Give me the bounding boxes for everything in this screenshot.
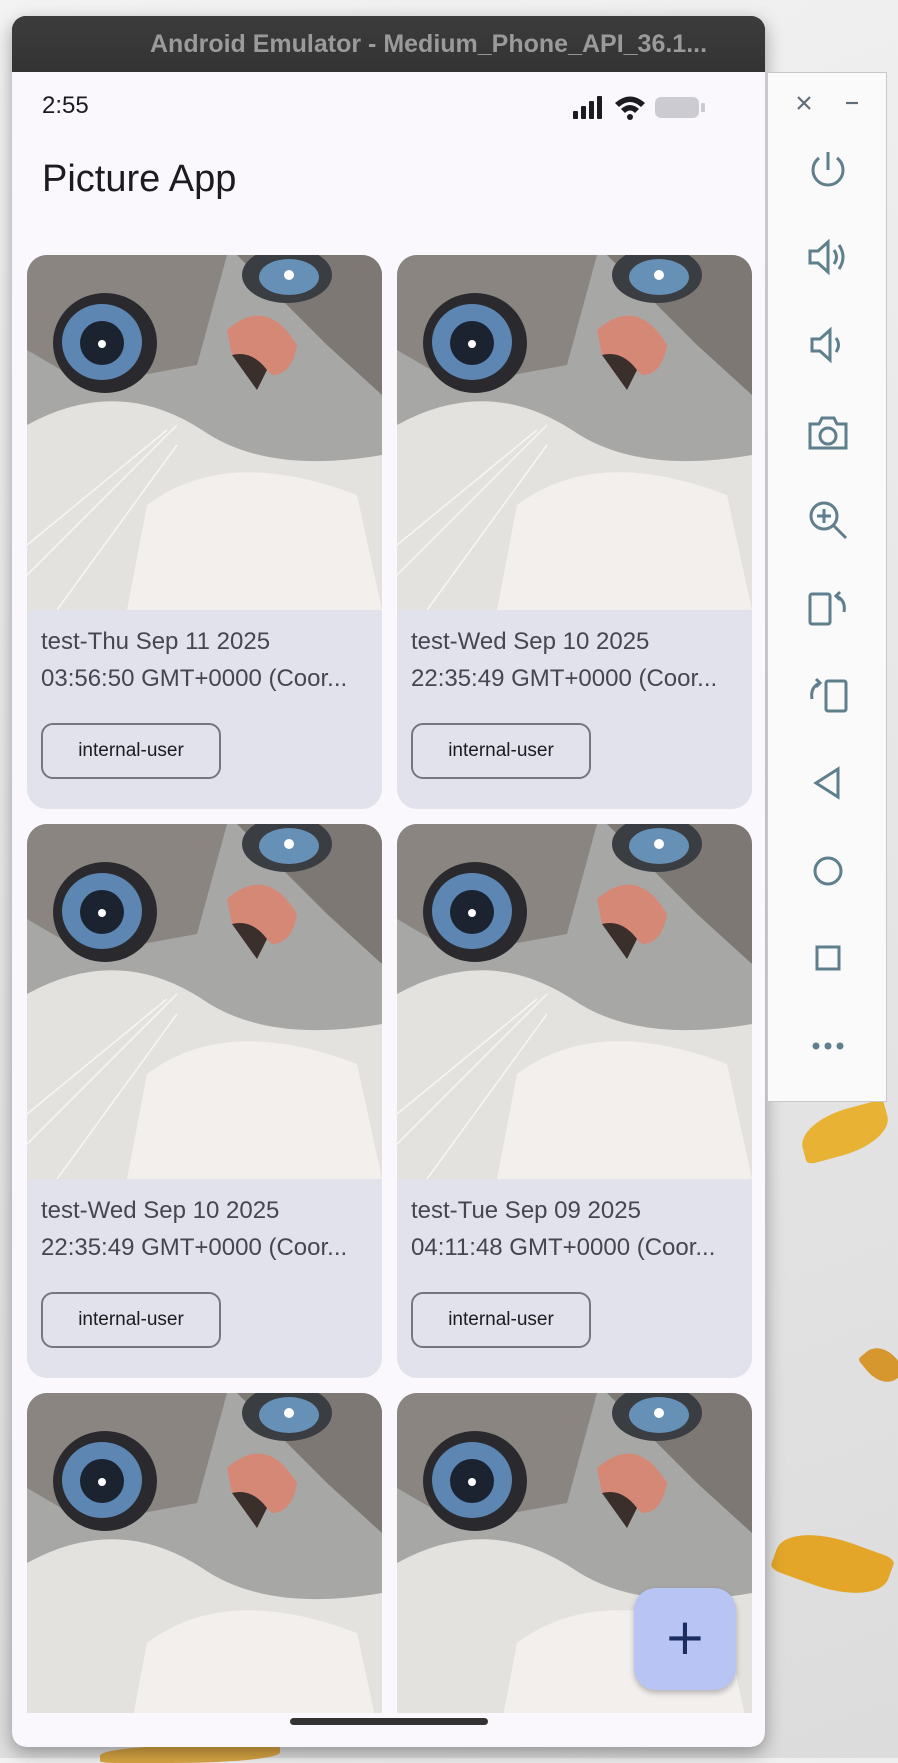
power-icon[interactable]	[804, 146, 852, 194]
picture-caption: test-Thu Sep 11 2025 03:56:50 GMT+0000 (…	[41, 623, 371, 697]
battery-icon	[655, 97, 705, 118]
background-leaf	[100, 1745, 280, 1763]
more-icon[interactable]	[804, 1022, 852, 1070]
minimize-icon[interactable]	[838, 89, 866, 117]
gesture-home-bar[interactable]	[290, 1718, 488, 1725]
cat-photo	[27, 1393, 382, 1713]
add-picture-button[interactable]: +	[634, 1588, 736, 1690]
emulator-window: Android Emulator - Medium_Phone_API_36.1…	[12, 16, 765, 1747]
picture-caption: test-Wed Sep 10 2025 22:35:49 GMT+0000 (…	[41, 1192, 371, 1266]
user-chip[interactable]: internal-user	[41, 1292, 221, 1348]
rotate-right-icon[interactable]	[804, 671, 852, 719]
rotate-left-icon[interactable]	[804, 584, 852, 632]
status-icons	[573, 94, 713, 122]
caption-line-2: 04:11:48 GMT+0000 (Coor...	[411, 1234, 716, 1261]
volume-up-icon[interactable]	[804, 233, 852, 281]
user-chip[interactable]: internal-user	[411, 723, 591, 779]
picture-caption: test-Wed Sep 10 2025 22:35:49 GMT+0000 (…	[411, 623, 741, 697]
caption-line-1: test-Thu Sep 11 2025	[41, 628, 271, 655]
close-icon[interactable]	[790, 89, 818, 117]
volume-down-icon[interactable]	[804, 321, 852, 369]
user-chip[interactable]: internal-user	[41, 723, 221, 779]
status-clock: 2:55	[42, 92, 89, 119]
caption-line-1: test-Wed Sep 10 2025	[411, 628, 650, 655]
background-leaf	[769, 1519, 896, 1609]
caption-line-2: 03:56:50 GMT+0000 (Coor...	[41, 665, 348, 692]
window-title: Android Emulator - Medium_Phone_API_36.1…	[150, 30, 708, 58]
picture-card[interactable]: test-Tue Sep 09 2025 04:11:48 GMT+0000 (…	[397, 824, 752, 1378]
status-bar: 2:55	[12, 72, 765, 136]
app-title: Picture App	[42, 158, 237, 200]
overview-icon[interactable]	[804, 934, 852, 982]
emulator-toolbar	[767, 72, 887, 1102]
user-chip[interactable]: internal-user	[411, 1292, 591, 1348]
caption-line-2: 22:35:49 GMT+0000 (Coor...	[411, 665, 718, 692]
camera-icon[interactable]	[804, 409, 852, 457]
background-leaf	[795, 1099, 895, 1165]
cat-photo	[397, 255, 752, 610]
cat-photo	[397, 824, 752, 1179]
signal-icon	[573, 96, 602, 119]
back-icon[interactable]	[804, 759, 852, 807]
phone-screen: 2:55 Picture App test-Thu Sep 11 2025 03…	[12, 72, 765, 1747]
window-titlebar[interactable]: Android Emulator - Medium_Phone_API_36.1…	[12, 16, 765, 72]
caption-line-1: test-Tue Sep 09 2025	[411, 1197, 641, 1224]
picture-card[interactable]: test-Thu Sep 11 2025 03:56:50 GMT+0000 (…	[27, 255, 382, 809]
caption-line-1: test-Wed Sep 10 2025	[41, 1197, 280, 1224]
wifi-icon	[615, 96, 645, 120]
cat-photo	[27, 824, 382, 1179]
picture-caption: test-Tue Sep 09 2025 04:11:48 GMT+0000 (…	[411, 1192, 741, 1266]
background-leaf	[857, 1340, 898, 1390]
picture-card[interactable]	[27, 1393, 382, 1713]
picture-card[interactable]: test-Wed Sep 10 2025 22:35:49 GMT+0000 (…	[397, 255, 752, 809]
cat-photo	[27, 255, 382, 610]
caption-line-2: 22:35:49 GMT+0000 (Coor...	[41, 1234, 348, 1261]
picture-card[interactable]: test-Wed Sep 10 2025 22:35:49 GMT+0000 (…	[27, 824, 382, 1378]
home-icon[interactable]	[804, 847, 852, 895]
zoom-icon[interactable]	[804, 496, 852, 544]
